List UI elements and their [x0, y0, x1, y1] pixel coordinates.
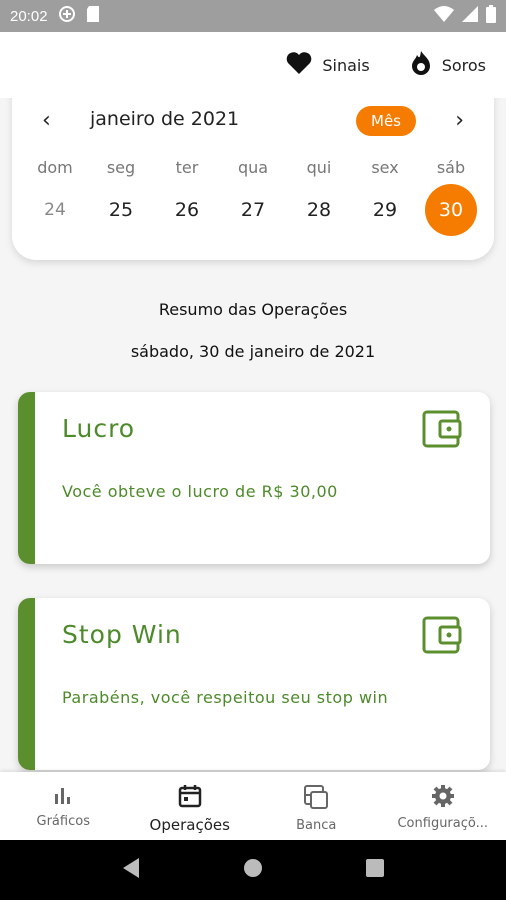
- calendar-mode-button[interactable]: Mês: [356, 106, 416, 136]
- sync-icon: [58, 5, 76, 27]
- lucro-card[interactable]: Lucro Você obteve o lucro de R$ 30,00: [18, 392, 490, 564]
- weekday-label: sex: [371, 158, 399, 177]
- summary-title: Resumo das Operações: [158, 300, 348, 319]
- nav-label: Gráficos: [36, 814, 90, 829]
- weekday-label: qui: [306, 158, 332, 177]
- wallet-icon: [422, 616, 462, 658]
- nav-item-configuracoes[interactable]: Configuraçõ...: [380, 772, 506, 840]
- chevron-right-icon[interactable]: ›: [455, 108, 464, 133]
- wallet-icon: [422, 410, 462, 452]
- status-time: 20:02: [10, 7, 48, 25]
- weekday-label: qua: [237, 158, 269, 177]
- app-bar: Sinais Soros: [0, 32, 506, 98]
- weekday-label: sáb: [436, 158, 466, 177]
- soros-action[interactable]: Soros: [410, 50, 486, 80]
- calendar-card: ‹ janeiro de 2021 Mês › dom seg ter qua …: [12, 98, 494, 260]
- calendar-day[interactable]: 24: [22, 184, 88, 236]
- card-accent-bar: [18, 392, 35, 564]
- gear-icon: [431, 784, 455, 812]
- calendar-day-selected[interactable]: 30: [418, 184, 484, 236]
- nav-item-banca[interactable]: Banca: [253, 772, 380, 840]
- status-bar: 20:02: [0, 0, 506, 32]
- battery-icon: [486, 5, 496, 27]
- calendar-header: ‹ janeiro de 2021 Mês ›: [12, 104, 494, 136]
- heart-icon: [286, 51, 312, 79]
- sinais-label: Sinais: [322, 55, 370, 75]
- recents-icon[interactable]: [365, 858, 385, 882]
- home-icon[interactable]: [242, 857, 264, 883]
- calendar-day[interactable]: 26: [154, 184, 220, 236]
- back-icon[interactable]: [121, 857, 141, 883]
- calendar-day[interactable]: 28: [286, 184, 352, 236]
- bottom-navigation: Gráficos Operações Banca Configuraçõ...: [0, 772, 506, 840]
- system-navigation-bar: [0, 840, 506, 900]
- weekday-label: dom: [37, 158, 73, 177]
- soros-label: Soros: [441, 55, 486, 75]
- sd-card-icon: [86, 5, 100, 27]
- calendar-day[interactable]: 29: [352, 184, 418, 236]
- wifi-icon: [434, 6, 454, 26]
- summary-date: sábado, 30 de janeiro de 2021: [130, 342, 376, 361]
- calendar-icon: [178, 784, 202, 812]
- card-title: Lucro: [62, 414, 136, 443]
- chevron-left-icon[interactable]: ‹: [42, 108, 51, 133]
- nav-label: Operações: [149, 816, 230, 834]
- sinais-action[interactable]: Sinais: [286, 51, 370, 79]
- calendar-month-label: janeiro de 2021: [90, 108, 240, 130]
- nav-item-operacoes[interactable]: Operações: [127, 772, 254, 840]
- nav-label: Configuraçõ...: [397, 816, 489, 831]
- signal-icon: [462, 6, 478, 26]
- nav-item-graficos[interactable]: Gráficos: [0, 772, 127, 840]
- calendar-day[interactable]: 25: [88, 184, 154, 236]
- calendar-weekdays: dom seg ter qua qui sex sáb: [22, 158, 484, 177]
- stop-win-card[interactable]: Stop Win Parabéns, você respeitou seu st…: [18, 598, 490, 770]
- bar-chart-icon: [52, 784, 74, 810]
- weekday-label: ter: [175, 158, 199, 177]
- card-accent-bar: [18, 598, 35, 770]
- weekday-label: seg: [106, 158, 136, 177]
- calendar-days: 24 25 26 27 28 29 30: [22, 184, 484, 236]
- banca-icon: [303, 784, 329, 814]
- nav-label: Banca: [296, 818, 337, 833]
- card-text: Parabéns, você respeitou seu stop win: [62, 688, 389, 707]
- selected-day-number: 30: [438, 199, 464, 221]
- main-content[interactable]: ‹ janeiro de 2021 Mês › dom seg ter qua …: [0, 98, 506, 772]
- card-text: Você obteve o lucro de R$ 30,00: [62, 482, 338, 501]
- fire-icon: [410, 50, 432, 80]
- card-title: Stop Win: [62, 620, 182, 649]
- calendar-day[interactable]: 27: [220, 184, 286, 236]
